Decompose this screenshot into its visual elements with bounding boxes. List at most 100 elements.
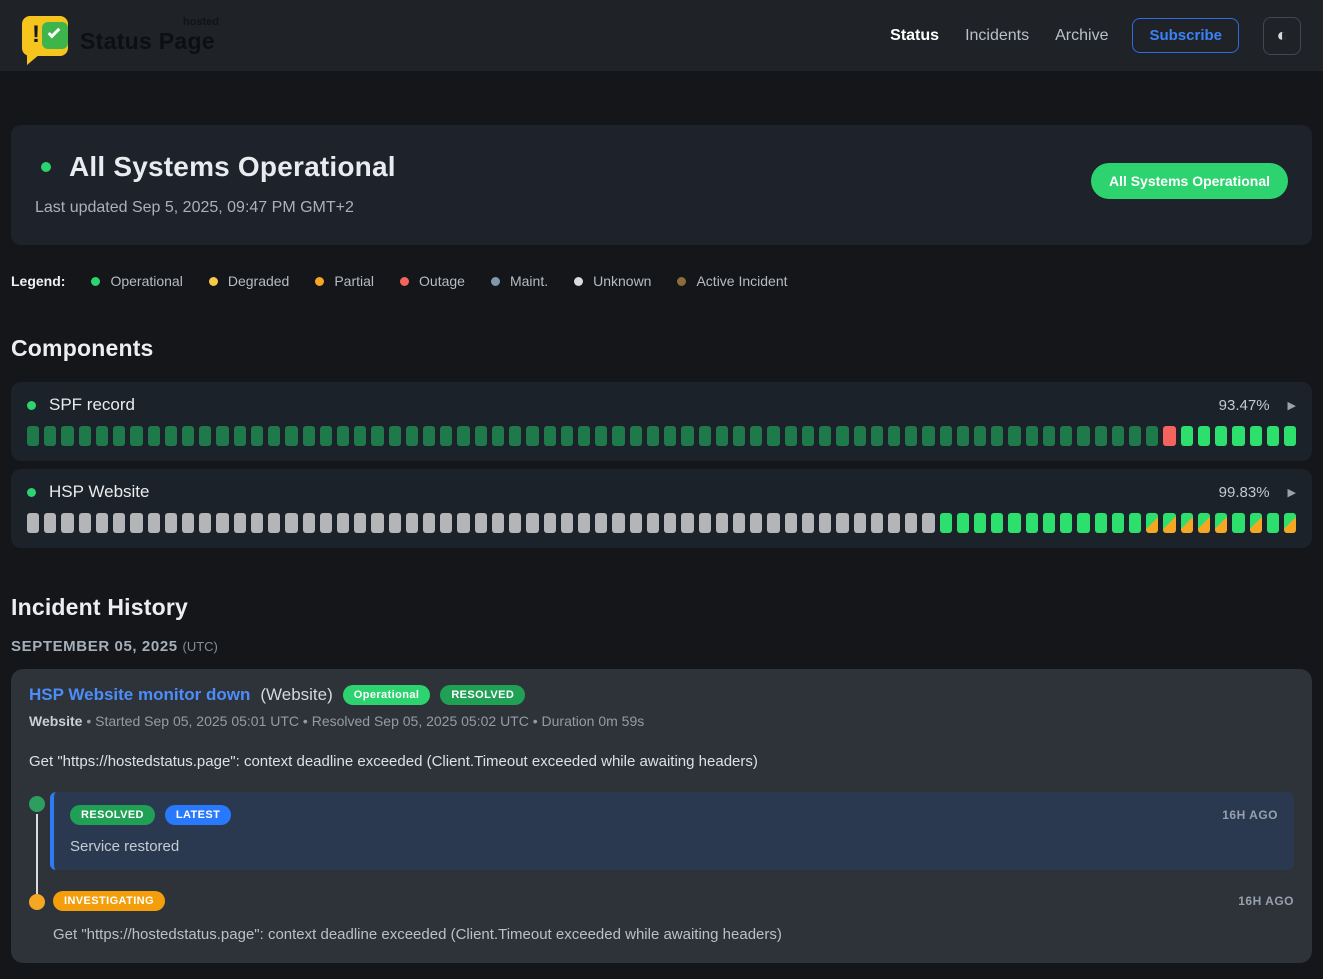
uptime-bar[interactable] [509, 426, 521, 446]
uptime-bar[interactable] [664, 426, 676, 446]
uptime-bar[interactable] [595, 426, 607, 446]
uptime-bar[interactable] [836, 513, 848, 533]
uptime-bar[interactable] [371, 513, 383, 533]
uptime-bar[interactable] [337, 426, 349, 446]
uptime-bar[interactable] [1060, 426, 1072, 446]
uptime-bar[interactable] [216, 426, 228, 446]
component-card-spf-record[interactable]: SPF record 93.47% ▶ [11, 382, 1312, 461]
uptime-bar[interactable] [389, 426, 401, 446]
uptime-bar[interactable] [1095, 426, 1107, 446]
uptime-bar[interactable] [354, 426, 366, 446]
uptime-bar[interactable] [1284, 426, 1296, 446]
uptime-bar[interactable] [27, 426, 39, 446]
uptime-bar[interactable] [1112, 426, 1124, 446]
uptime-bar[interactable] [785, 513, 797, 533]
uptime-bar[interactable] [475, 426, 487, 446]
uptime-bar[interactable] [544, 426, 556, 446]
uptime-bar[interactable] [630, 426, 642, 446]
uptime-bar[interactable] [681, 426, 693, 446]
uptime-bar[interactable] [268, 426, 280, 446]
uptime-bar[interactable] [664, 513, 676, 533]
uptime-bar[interactable] [905, 513, 917, 533]
component-card-hsp-website[interactable]: HSP Website 99.83% ▶ [11, 469, 1312, 548]
uptime-bar[interactable] [44, 426, 56, 446]
uptime-bar[interactable] [561, 426, 573, 446]
uptime-bar[interactable] [733, 513, 745, 533]
uptime-bar[interactable] [716, 513, 728, 533]
uptime-bar[interactable] [457, 426, 469, 446]
uptime-bar[interactable] [733, 426, 745, 446]
uptime-bar[interactable] [681, 513, 693, 533]
uptime-bar[interactable] [1232, 513, 1244, 533]
uptime-bar[interactable] [957, 513, 969, 533]
incident-title-link[interactable]: HSP Website monitor down [29, 685, 250, 705]
uptime-bar[interactable] [1181, 513, 1193, 533]
expand-chevron-icon[interactable]: ▶ [1288, 399, 1296, 412]
uptime-bar[interactable] [991, 513, 1003, 533]
expand-chevron-icon[interactable]: ▶ [1288, 486, 1296, 499]
uptime-bar[interactable] [406, 426, 418, 446]
uptime-bar[interactable] [699, 513, 711, 533]
uptime-bar[interactable] [1146, 426, 1158, 446]
uptime-bar[interactable] [509, 513, 521, 533]
uptime-bar[interactable] [96, 513, 108, 533]
uptime-bar[interactable] [974, 513, 986, 533]
uptime-bar[interactable] [922, 513, 934, 533]
uptime-bar[interactable] [423, 426, 435, 446]
uptime-bar[interactable] [1250, 426, 1262, 446]
uptime-bar[interactable] [1026, 513, 1038, 533]
uptime-bar[interactable] [1250, 513, 1262, 533]
uptime-bar[interactable] [492, 426, 504, 446]
uptime-bar[interactable] [285, 426, 297, 446]
uptime-bar[interactable] [1077, 426, 1089, 446]
uptime-bar[interactable] [303, 513, 315, 533]
uptime-bar[interactable] [320, 513, 332, 533]
uptime-bar[interactable] [457, 513, 469, 533]
uptime-bar[interactable] [836, 426, 848, 446]
uptime-bar[interactable] [234, 426, 246, 446]
uptime-bar[interactable] [199, 426, 211, 446]
uptime-bar[interactable] [905, 426, 917, 446]
uptime-bar[interactable] [130, 513, 142, 533]
uptime-bar[interactable] [940, 426, 952, 446]
uptime-bar[interactable] [61, 513, 73, 533]
uptime-bar[interactable] [578, 426, 590, 446]
uptime-bar[interactable] [199, 513, 211, 533]
uptime-bar[interactable] [251, 426, 263, 446]
uptime-bar[interactable] [526, 513, 538, 533]
logo[interactable]: ! hosted Status Page [22, 16, 215, 56]
uptime-bar[interactable] [268, 513, 280, 533]
uptime-bar[interactable] [1129, 513, 1141, 533]
nav-incidents[interactable]: Incidents [965, 27, 1029, 45]
theme-toggle-button[interactable]: ◐ [1263, 17, 1301, 55]
uptime-bar[interactable] [1232, 426, 1244, 446]
uptime-bar[interactable] [1198, 513, 1210, 533]
uptime-bar[interactable] [130, 426, 142, 446]
nav-archive[interactable]: Archive [1055, 27, 1108, 45]
uptime-bar[interactable] [595, 513, 607, 533]
uptime-bar[interactable] [1112, 513, 1124, 533]
uptime-bar[interactable] [320, 426, 332, 446]
uptime-bar[interactable] [526, 426, 538, 446]
uptime-bar[interactable] [285, 513, 297, 533]
uptime-bar[interactable] [1060, 513, 1072, 533]
uptime-bar[interactable] [1215, 513, 1227, 533]
uptime-bar[interactable] [251, 513, 263, 533]
uptime-bar[interactable] [1146, 513, 1158, 533]
uptime-bar[interactable] [337, 513, 349, 533]
uptime-bar[interactable] [27, 513, 39, 533]
uptime-bar[interactable] [354, 513, 366, 533]
uptime-bar[interactable] [113, 426, 125, 446]
uptime-bar[interactable] [1163, 426, 1175, 446]
uptime-bar[interactable] [1198, 426, 1210, 446]
uptime-bar[interactable] [578, 513, 590, 533]
uptime-bar[interactable] [182, 426, 194, 446]
uptime-bar[interactable] [871, 426, 883, 446]
uptime-bar[interactable] [1181, 426, 1193, 446]
uptime-bar[interactable] [802, 426, 814, 446]
uptime-bar[interactable] [922, 426, 934, 446]
uptime-bar[interactable] [819, 426, 831, 446]
uptime-bar[interactable] [767, 426, 779, 446]
uptime-bar[interactable] [303, 426, 315, 446]
uptime-bar[interactable] [991, 426, 1003, 446]
